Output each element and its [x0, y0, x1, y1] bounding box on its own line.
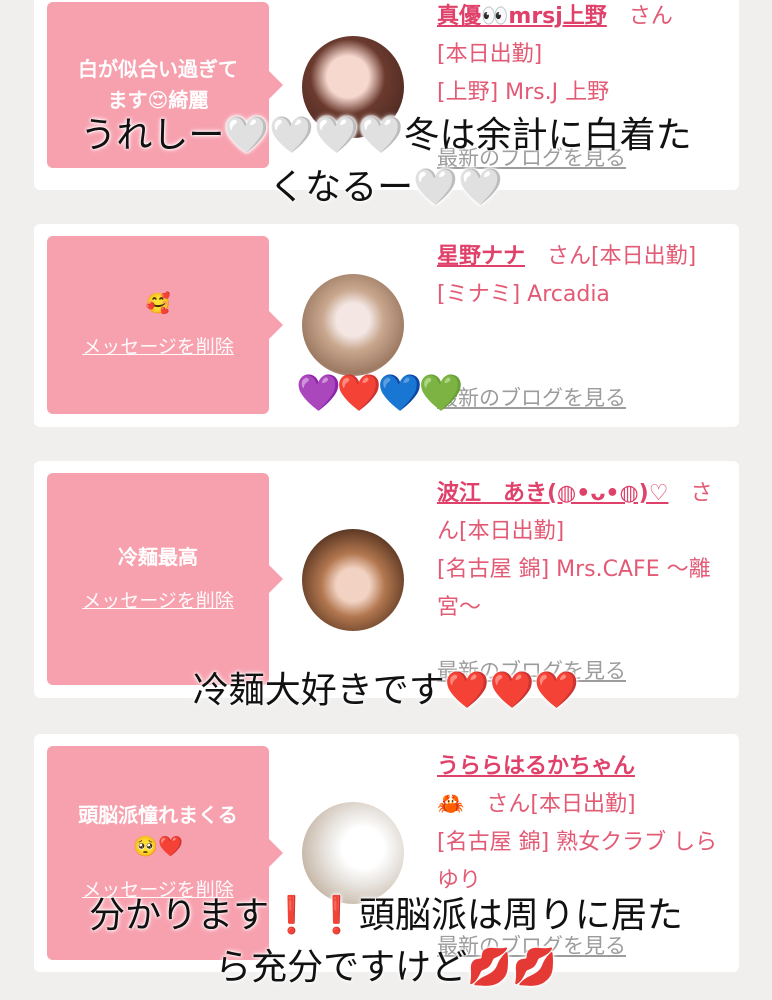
shop-name: [ミナミ] Arcadia [437, 282, 610, 307]
overlay-caption-top: うれしー🤍🤍🤍🤍冬は余計に白着た くなるー🤍🤍 [80, 115, 692, 208]
message-card-3: 冷麺最高 メッセージを削除 波江 あき(◍•ᴗ•◍)♡ さん[本日出勤] [名古… [34, 461, 739, 698]
avatar[interactable] [302, 802, 404, 904]
message-text: 頭脳派憧れまくる 🥺❤️ [78, 803, 238, 859]
profile-info: 真優👀mrsj上野 さん [本日出勤] [上野] Mrs.J 上野 [437, 0, 727, 112]
overlay-caption-bottom: 分かります❗️❗️頭脳派は周りに居た ら充分ですけど💋💋 [89, 895, 683, 988]
profile-name-link[interactable]: 真優👀mrsj上野 [437, 4, 607, 29]
profile-info: 波江 あき(◍•ᴗ•◍)♡ さん[本日出勤] [名古屋 錦] Mrs.CAFE … [437, 475, 727, 627]
honorific: さん[本日出勤] [486, 792, 636, 817]
profile-name-link[interactable]: 波江 あき(◍•ᴗ•◍)♡ [437, 481, 668, 506]
message-text: 冷麺最高 [118, 544, 198, 569]
delete-message-link[interactable]: メッセージを削除 [82, 333, 234, 362]
profile-name-link[interactable]: うららはるかちゃん [437, 754, 635, 779]
message-bubble: 冷麺最高 メッセージを削除 [47, 473, 283, 685]
avatar[interactable] [302, 529, 404, 631]
profile-info: 星野ナナ さん[本日出勤] [ミナミ] Arcadia [437, 238, 727, 314]
blog-link[interactable]: 最新のブログを見る [437, 382, 626, 412]
profile-name-link[interactable]: 星野ナナ [437, 244, 525, 269]
honorific: さん [628, 4, 673, 29]
overlay-caption-middle: 冷麺大好きです❤️❤️❤️ [192, 670, 580, 711]
delete-message-link[interactable]: メッセージを削除 [82, 587, 234, 616]
shop-name: [名古屋 錦] Mrs.CAFE 〜離宮〜 [437, 557, 711, 620]
honorific: さん[本日出勤] [547, 244, 697, 269]
message-text: 白が似合い過ぎて ます😍綺麗 [78, 57, 238, 112]
crab-emoji: 🦀 [437, 792, 465, 817]
message-bubble: 🥰 メッセージを削除 [47, 236, 283, 414]
message-text: 🥰 [145, 290, 171, 315]
avatar[interactable] [302, 274, 404, 376]
work-status: [本日出勤] [437, 42, 543, 67]
shop-name: [名古屋 錦] 熟女クラブ しらゆり [437, 830, 718, 893]
overlay-hearts: 💜❤️💙💚 [296, 373, 463, 414]
shop-name: [上野] Mrs.J 上野 [437, 80, 610, 105]
profile-info: うららはるかちゃん 🦀 さん[本日出勤] [名古屋 錦] 熟女クラブ しらゆり [437, 748, 727, 900]
